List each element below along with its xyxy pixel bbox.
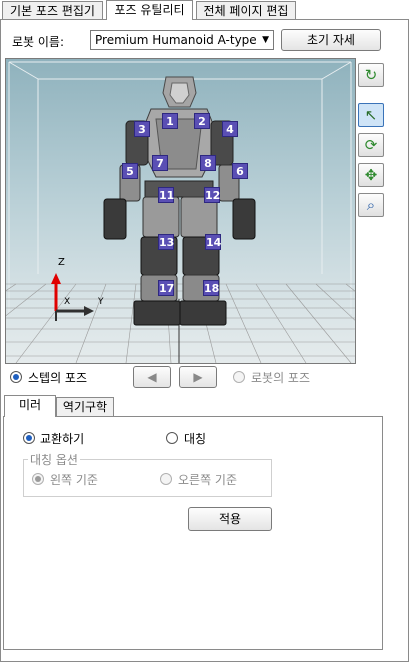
right-based-label: 오른쪽 기준 (178, 473, 238, 487)
orbit-icon[interactable]: ⟳ (358, 133, 384, 157)
joint-marker-17[interactable]: 17 (158, 280, 174, 296)
joint-marker-7[interactable]: 7 (152, 155, 168, 171)
joint-id: 12 (205, 189, 221, 202)
joint-id: 4 (226, 123, 234, 136)
joint-id: 13 (159, 236, 175, 249)
joint-marker-3[interactable]: 3 (134, 121, 150, 137)
step-pose-label: 스텝의 포즈 (28, 371, 88, 385)
tab-label: 기본 포즈 편집기 (10, 4, 95, 18)
left-based-radio[interactable] (32, 473, 44, 485)
button-label: 초기 자세 (307, 33, 355, 47)
tab-inverse-kinematics[interactable]: 역기구학 (56, 397, 114, 416)
apply-button[interactable]: 적용 (188, 507, 272, 531)
z-axis-label: Z (58, 257, 65, 268)
robot-3d-viewport[interactable]: Z X Y 1 2 3 4 5 6 7 8 11 12 13 14 17 18 (5, 58, 356, 364)
arrow-right-button[interactable]: ▶ (179, 366, 217, 388)
tab-label: 전체 페이지 편집 (203, 4, 289, 18)
step-pose-radio[interactable] (10, 371, 22, 383)
symmetric-label: 대칭 (184, 432, 207, 446)
axis-indicator (51, 273, 94, 321)
tab-label: 미러 (18, 398, 42, 412)
robot-name-value: Premium Humanoid A-type (95, 33, 257, 47)
humanoid-robot (103, 76, 256, 326)
y-axis-label: Y (98, 297, 104, 307)
tab-basic-pose-editor[interactable]: 기본 포즈 편집기 (2, 1, 103, 19)
joint-marker-8[interactable]: 8 (200, 155, 216, 171)
chevron-down-icon: ▼ (262, 35, 269, 45)
swap-label: 교환하기 (40, 432, 85, 446)
x-axis-label: X (64, 297, 71, 307)
zoom-icon[interactable]: ⌕ (358, 193, 384, 217)
joint-id: 2 (198, 115, 206, 128)
robot-name-select[interactable]: Premium Humanoid A-type ▼ (90, 30, 274, 50)
joint-id: 18 (204, 282, 220, 295)
joint-marker-14[interactable]: 14 (205, 234, 221, 250)
robot-pose-label: 로봇의 포즈 (251, 371, 311, 385)
arrow-left-button[interactable]: ◀ (133, 366, 171, 388)
select-arrow-icon[interactable]: ↖ (358, 103, 384, 127)
tab-label: 포즈 유틸리티 (114, 3, 185, 17)
symmetry-options-title: 대칭 옵션 (28, 451, 80, 468)
rotate-view-icon[interactable]: ↻ (358, 63, 384, 87)
joint-marker-2[interactable]: 2 (194, 113, 210, 129)
robot-name-label: 로봇 이름: (12, 35, 65, 49)
initial-pose-button[interactable]: 초기 자세 (281, 29, 381, 51)
tab-page-editor[interactable]: 전체 페이지 편집 (196, 1, 296, 19)
pan-icon[interactable]: ✥ (358, 163, 384, 187)
joint-marker-12[interactable]: 12 (204, 187, 220, 203)
swap-radio[interactable] (23, 432, 35, 444)
joint-id: 6 (236, 165, 244, 178)
joint-id: 11 (159, 189, 175, 202)
symmetric-radio[interactable] (166, 432, 178, 444)
tab-pose-utility[interactable]: 포즈 유틸리티 (106, 0, 193, 20)
joint-id: 5 (126, 165, 134, 178)
joint-id: 3 (138, 123, 146, 136)
joint-id: 17 (159, 282, 175, 295)
joint-marker-11[interactable]: 11 (158, 187, 174, 203)
joint-marker-18[interactable]: 18 (203, 280, 219, 296)
button-label: 적용 (218, 512, 242, 526)
left-based-label: 왼쪽 기준 (50, 473, 98, 487)
joint-marker-6[interactable]: 6 (232, 163, 248, 179)
viewport-scene (6, 61, 355, 363)
joint-marker-5[interactable]: 5 (122, 163, 138, 179)
tab-label: 역기구학 (62, 400, 108, 414)
joint-marker-13[interactable]: 13 (158, 234, 174, 250)
joint-marker-1[interactable]: 1 (162, 113, 178, 129)
joint-id: 7 (156, 157, 164, 170)
robot-pose-radio[interactable] (233, 371, 245, 383)
joint-id: 8 (204, 157, 212, 170)
arrow-right-icon: ▶ (193, 370, 203, 384)
arrow-left-icon: ◀ (147, 370, 157, 384)
joint-marker-4[interactable]: 4 (222, 121, 238, 137)
joint-id: 1 (166, 115, 174, 128)
joint-id: 14 (206, 236, 222, 249)
right-based-radio[interactable] (160, 473, 172, 485)
tab-mirror[interactable]: 미러 (4, 395, 56, 417)
